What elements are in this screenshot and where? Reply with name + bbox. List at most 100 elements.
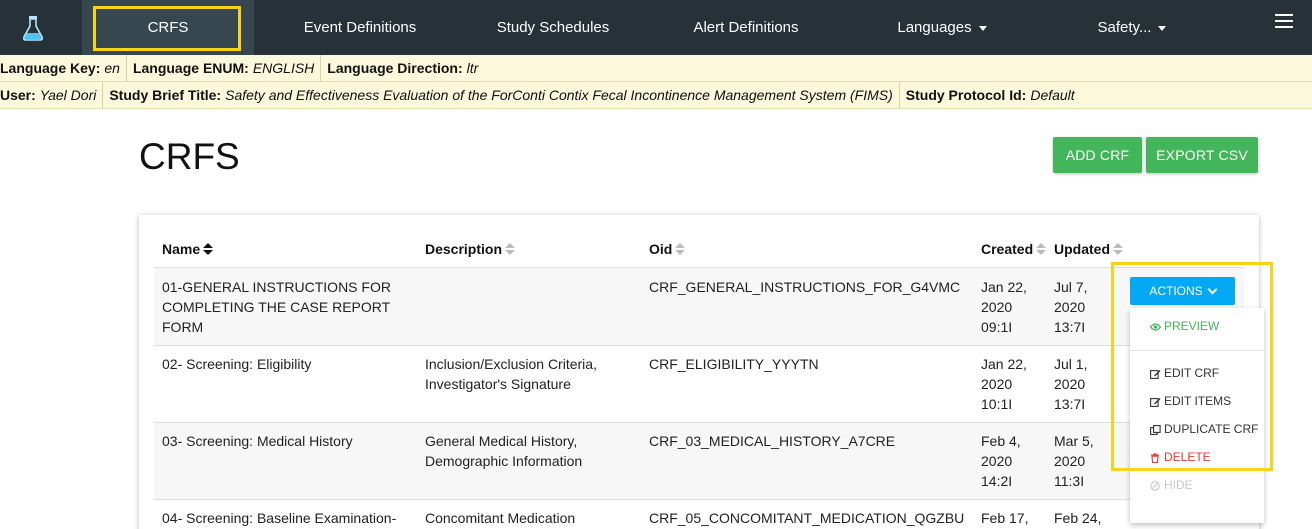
nav-languages[interactable]: Languages [852, 0, 1032, 55]
sort-icon[interactable] [505, 242, 516, 256]
language-enum-value: ENGLISH [252, 60, 315, 76]
nav-alert-definitions-label: Alert Definitions [693, 19, 799, 36]
nav-event-definitions-label: Event Definitions [303, 19, 417, 36]
hide-label: HIDE [1164, 478, 1193, 492]
nav-safety[interactable]: Safety... [1032, 0, 1232, 55]
row-2-updated-line: 13:7I [1054, 396, 1086, 412]
caret-down-icon [978, 26, 987, 31]
row-1-name-line: 01-GENERAL INSTRUCTIONS FOR [162, 279, 391, 295]
language-key-cell: Language Key: en [0, 54, 127, 82]
row-2-created-line: Jan 22, [981, 356, 1027, 372]
user-label: User: [0, 87, 36, 103]
edit-items-menu-item[interactable]: EDIT ITEMS [1150, 394, 1231, 408]
row-3-description-line: Demographic Information [425, 453, 583, 469]
row-2-oid: CRF_ELIGIBILITY_YYYTN [649, 356, 819, 372]
user-cell: User: Yael Dori [0, 81, 104, 109]
column-header-oid-label: Oid [649, 241, 673, 257]
row-1-created-line: 2020 [981, 299, 1013, 315]
column-header-description[interactable]: Description [425, 241, 516, 257]
study-title-value: Safety and Effectiveness Evaluation of t… [225, 87, 893, 103]
protocol-label: Study Protocol Id: [905, 87, 1027, 103]
delete-menu-item[interactable]: DELETE [1150, 450, 1211, 464]
study-title-label: Study Brief Title: [109, 87, 222, 103]
row-2-description: Inclusion/Exclusion Criteria, Investigat… [425, 354, 597, 394]
actions-button-partial[interactable] [1130, 513, 1235, 529]
language-enum-cell: Language ENUM: ENGLISH [127, 54, 322, 82]
edit-icon [1150, 368, 1161, 379]
row-3-updated-line: 2020 [1054, 453, 1086, 469]
nav-alert-definitions[interactable]: Alert Definitions [640, 0, 852, 55]
nav-study-schedules[interactable]: Study Schedules [466, 0, 640, 55]
column-header-name[interactable]: Name [162, 241, 214, 257]
chevron-down-icon [1207, 284, 1218, 294]
column-header-description-label: Description [425, 241, 503, 257]
row-2-updated-line: Jul 1, [1054, 356, 1088, 372]
row-3-description-line: General Medical History, [425, 433, 578, 449]
ban-icon [1150, 480, 1160, 491]
language-key-label: Language Key: [0, 60, 101, 76]
flask-logo-icon[interactable] [0, 0, 66, 55]
nav-crfs-label: CRFS [147, 19, 189, 36]
row-1-updated-line: 2020 [1054, 299, 1086, 315]
hide-menu-item[interactable]: HIDE [1150, 478, 1193, 492]
language-info-bar: Language Key: en Language ENUM: ENGLISH La… [0, 54, 1312, 82]
menu-divider [1130, 350, 1264, 351]
duplicate-crf-menu-item[interactable]: DUPLICATE CRF [1150, 422, 1258, 436]
row-2-name: 02- Screening: Eligibility [162, 356, 312, 372]
top-navbar: CRFS Event Definitions Study Schedules A… [0, 0, 1312, 55]
column-header-oid[interactable]: Oid [649, 241, 686, 257]
row-4-created: Feb 17, [981, 510, 1029, 526]
row-1-created: Jan 22, 2020 09:1I [981, 277, 1027, 337]
row-2-created-line: 2020 [981, 376, 1013, 392]
language-direction-cell: Language Direction: ltr [321, 55, 484, 82]
protocol-cell: Study Protocol Id: Default [900, 82, 1081, 109]
row-4-name: 04- Screening: Baseline Examination- [162, 510, 397, 526]
column-header-created[interactable]: Created [981, 241, 1047, 257]
study-title-cell: Study Brief Title: Safety and Effectivene… [103, 81, 900, 109]
row-3-updated-line: 11:3I [1054, 473, 1085, 489]
nav-safety-label: Safety... [1097, 19, 1152, 36]
nav-languages-label: Languages [897, 19, 972, 36]
row-1-updated: Jul 7, 2020 13:7I [1054, 277, 1087, 337]
actions-dropdown-menu: PREVIEW EDIT CRF EDIT ITEMS DUPLICATE CR… [1130, 308, 1264, 523]
sort-icon[interactable] [675, 242, 686, 256]
hamburger-menu-icon[interactable] [1275, 14, 1293, 28]
sort-icon[interactable] [1113, 242, 1123, 256]
row-3-created-line: Feb 4, [981, 433, 1021, 449]
eye-icon [1149, 321, 1162, 331]
column-header-updated[interactable]: Updated [1054, 241, 1123, 257]
language-enum-label: Language ENUM: [132, 60, 249, 76]
row-3-oid: CRF_03_MEDICAL_HISTORY_A7CRE [649, 433, 896, 449]
nav-crfs[interactable]: CRFS [82, 0, 254, 55]
row-2-updated-line: 2020 [1054, 376, 1086, 392]
preview-menu-item[interactable]: PREVIEW [1149, 319, 1220, 333]
row-4-description: Concomitant Medication [425, 510, 576, 526]
sort-asc-icon[interactable] [203, 242, 214, 256]
row-3-created-line: 14:2I [981, 473, 1013, 489]
row-1-updated-line: 13:7I [1054, 319, 1086, 335]
actions-button[interactable]: ACTIONS [1130, 277, 1235, 305]
sort-icon[interactable] [1036, 242, 1047, 256]
edit-crf-menu-item[interactable]: EDIT CRF [1150, 366, 1219, 380]
duplicate-crf-label: DUPLICATE CRF [1164, 422, 1259, 436]
edit-items-label: EDIT ITEMS [1164, 394, 1232, 408]
row-1-created-line: Jan 22, [981, 279, 1027, 295]
nav-event-definitions[interactable]: Event Definitions [254, 0, 466, 55]
row-3-created: Feb 4, 2020 14:2I [981, 431, 1021, 491]
row-1-name-line: FORM [162, 319, 204, 335]
row-2-created: Jan 22, 2020 10:1I [981, 354, 1027, 414]
row-1-created-line: 09:1I [981, 319, 1013, 335]
row-1-updated-line: Jul 7, [1054, 279, 1088, 295]
preview-label: PREVIEW [1164, 319, 1220, 333]
column-header-updated-label: Updated [1054, 241, 1110, 257]
row-2-updated: Jul 1, 2020 13:7I [1054, 354, 1087, 414]
page-title: CRFS [139, 136, 240, 177]
row-2-created-line: 10:1I [981, 396, 1013, 412]
caret-down-icon [1158, 26, 1167, 31]
row-1-name-line: COMPLETING THE CASE REPORT [162, 299, 391, 315]
export-csv-button[interactable]: EXPORT CSV [1146, 137, 1258, 173]
edit-crf-label: EDIT CRF [1164, 366, 1220, 380]
add-crf-button[interactable]: ADD CRF [1053, 137, 1142, 173]
protocol-value: Default [1030, 87, 1075, 103]
row-1-oid: CRF_GENERAL_INSTRUCTIONS_FOR_G4VMC [649, 279, 961, 295]
